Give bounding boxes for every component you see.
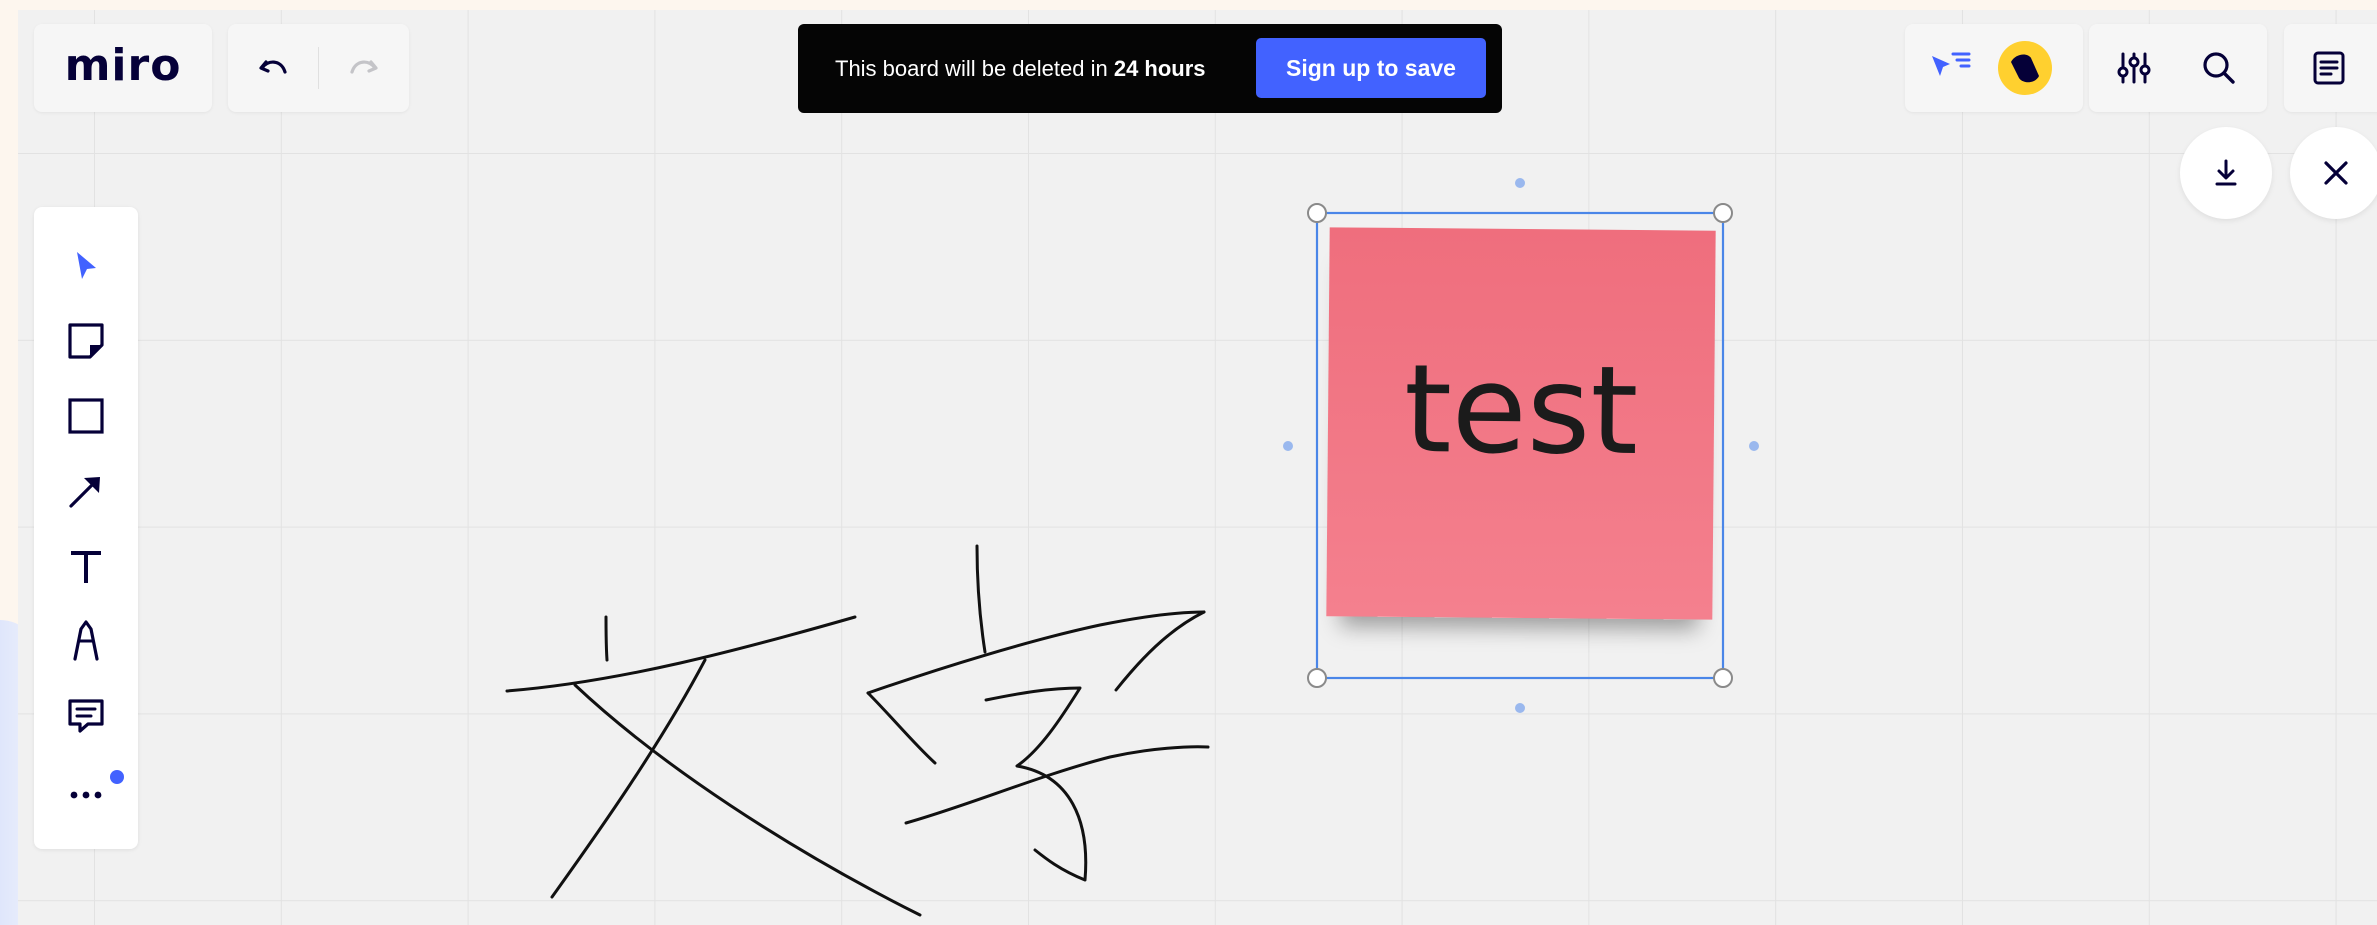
resize-handle [1307,203,1327,223]
edge-handle [1515,703,1525,713]
resize-handle [1307,668,1327,688]
resize-handle [1713,203,1733,223]
selection-frame [1283,178,1759,713]
resize-handle [1713,668,1733,688]
edge-handle [1515,178,1525,188]
canvas-overlay [505,178,1759,917]
edge-handle [1749,441,1759,451]
edge-handle [1283,441,1293,451]
handwritten-drawing[interactable] [505,544,1210,917]
